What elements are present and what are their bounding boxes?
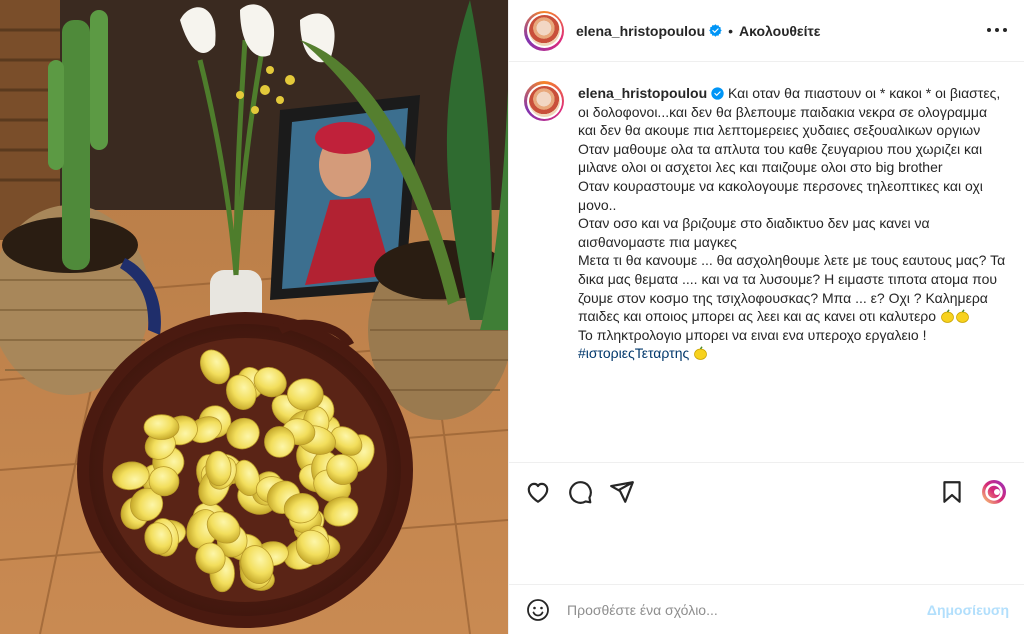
post-image[interactable] (0, 0, 508, 634)
post-side-panel: elena_hristopoulou • Ακολουθείτε elena_h… (508, 0, 1024, 634)
lemon-emoji (956, 309, 969, 323)
heart-icon[interactable] (525, 479, 551, 505)
more-options-icon[interactable] (985, 20, 1009, 40)
caption-author-username[interactable]: elena_hristopoulou (578, 85, 707, 101)
caption-line-6: Το πληκτρολογιο μπορει να ειναι ενα υπερ… (578, 326, 927, 343)
reels-remix-icon[interactable] (981, 479, 1007, 505)
caption-line-3: Οταν κουραστουμε να κακολογουμε περσονες… (578, 177, 983, 213)
lemon-emoji (941, 309, 954, 323)
emoji-icon[interactable] (526, 598, 550, 622)
header-separator: • (728, 22, 734, 39)
caption-line-4: Οταν οσο και να βριζουμε στο διαδικτυο δ… (578, 215, 930, 250)
caption-line-2: Οταν μαθουμε ολα τα απλυτα του καθε ζευγ… (578, 140, 983, 176)
author-avatar[interactable] (524, 10, 564, 51)
caption-text: elena_hristopoulou Και οταν θα πιαστουν … (578, 84, 1008, 462)
lemon (264, 426, 295, 458)
lemon (143, 414, 180, 440)
caption-author-avatar[interactable] (524, 81, 564, 121)
hashtag-link[interactable]: #ιστοριεςΤεταρτης (578, 345, 689, 361)
action-bar (509, 462, 1024, 518)
comment-input[interactable] (567, 601, 897, 618)
share-icon[interactable] (609, 479, 635, 505)
verified-badge-icon (709, 24, 722, 37)
verified-badge-icon (711, 87, 724, 100)
bookmark-icon[interactable] (939, 479, 965, 505)
author-username[interactable]: elena_hristopoulou (576, 23, 705, 39)
comment-icon[interactable] (567, 479, 593, 505)
post-header: elena_hristopoulou • Ακολουθείτε (509, 0, 1024, 62)
comment-bar: Δημοσίευση (509, 584, 1024, 634)
caption-section: elena_hristopoulou Και οταν θα πιαστουν … (509, 62, 1024, 462)
following-status[interactable]: Ακολουθείτε (739, 23, 820, 39)
post-photo-illustration (0, 0, 508, 634)
lemon-emoji (694, 346, 707, 361)
post-comment-button[interactable]: Δημοσίευση (927, 602, 1009, 618)
